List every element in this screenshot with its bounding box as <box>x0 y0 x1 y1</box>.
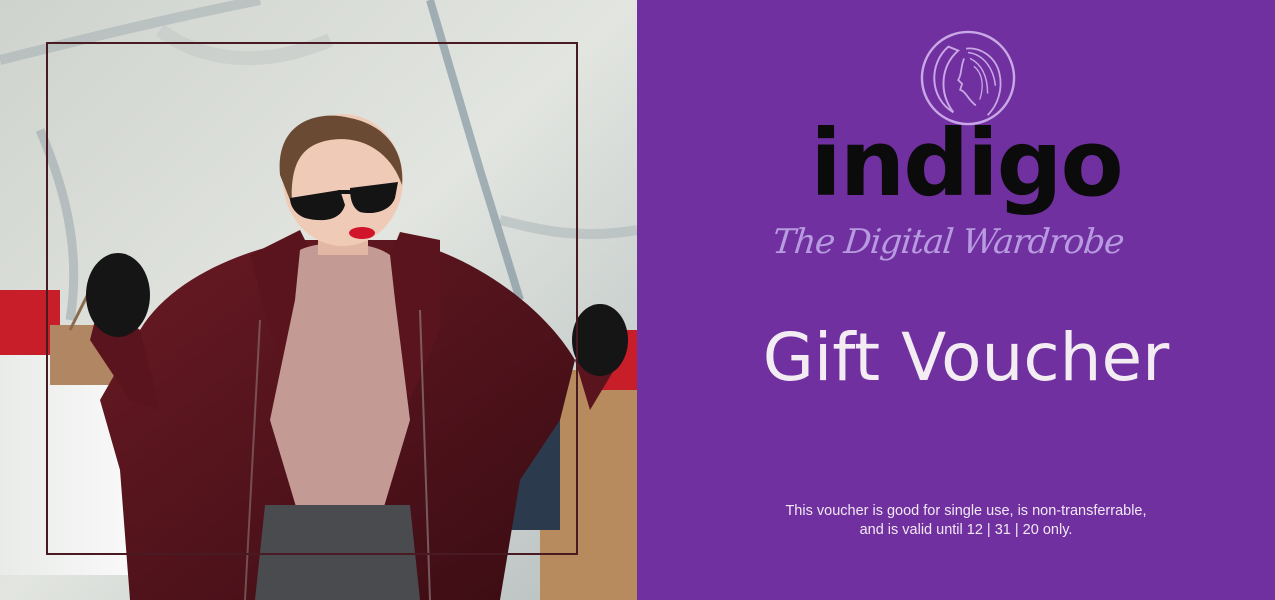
brand-panel: indigo The Digital Wardrobe Gift Voucher… <box>637 0 1275 600</box>
woman-with-shopping-bags-photo <box>0 0 637 600</box>
brand-name: indigo <box>810 110 1123 217</box>
voucher-terms-line-1: This voucher is good for single use, is … <box>785 503 1147 519</box>
brand-tagline: The Digital Wardrobe <box>770 222 1126 262</box>
photo-panel <box>0 0 637 600</box>
gift-voucher: indigo The Digital Wardrobe Gift Voucher… <box>0 0 1275 600</box>
voucher-terms: This voucher is good for single use, is … <box>647 502 1275 540</box>
voucher-title: Gift Voucher <box>762 319 1170 396</box>
voucher-terms-line-2: and is valid until 12 | 31 | 20 only. <box>859 522 1073 538</box>
